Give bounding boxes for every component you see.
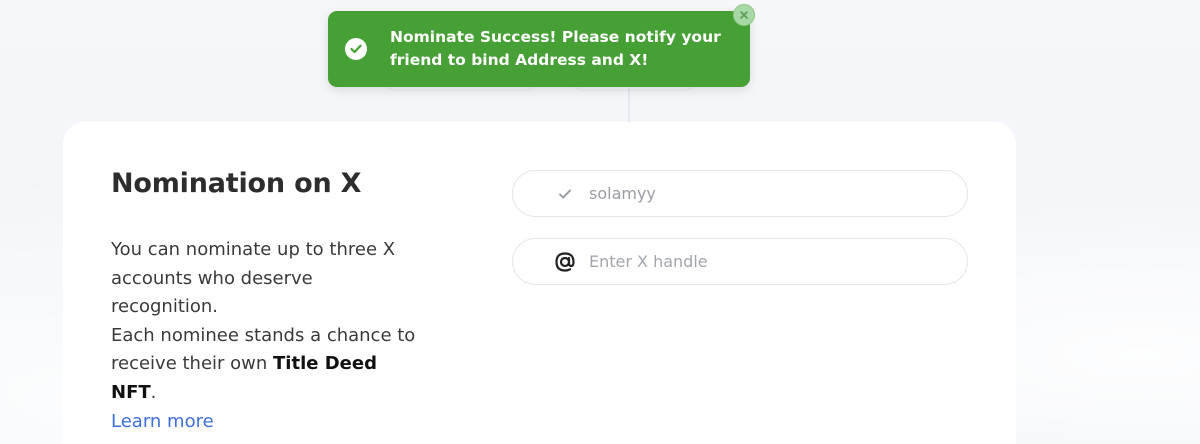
nominee-handle-field-2[interactable] [512,238,968,285]
nomination-card: Nomination on X You can nominate up to t… [63,122,1016,444]
success-toast: Nominate Success! Please notify your fri… [328,11,750,87]
nominee-handle-field-1[interactable] [512,170,968,217]
learn-more-link[interactable]: Learn more [111,411,214,432]
background-divider [628,88,630,122]
nominee-handle-input-1[interactable] [589,171,949,216]
card-title: Nomination on X [111,168,362,199]
toast-message: Nominate Success! Please notify your fri… [390,28,721,69]
check-circle-icon [345,38,367,60]
nominee-handle-input-2[interactable] [589,239,949,284]
checkmark-icon [551,171,579,216]
description-line-1: You can nominate up to three X accounts … [111,239,396,318]
at-sign-icon [551,239,579,284]
card-description: You can nominate up to three X accounts … [111,236,421,436]
description-period: . [150,381,157,403]
close-icon[interactable] [733,4,755,26]
